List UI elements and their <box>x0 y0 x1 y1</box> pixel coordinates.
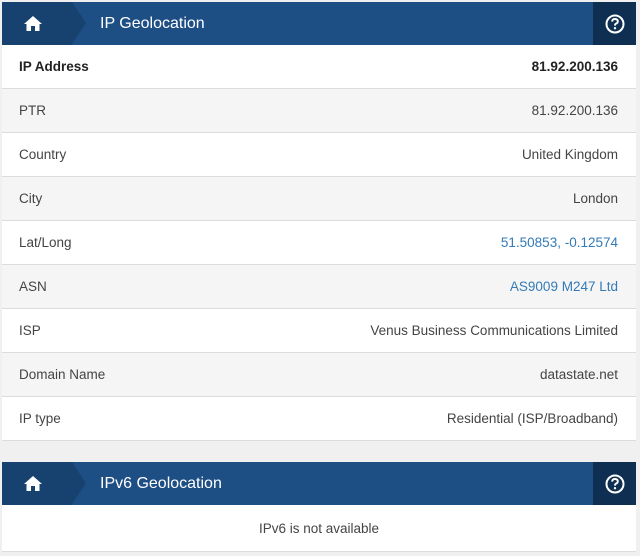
home-icon <box>24 16 42 31</box>
home-button[interactable] <box>2 2 86 45</box>
row-label: Country <box>19 147 67 162</box>
help-button[interactable] <box>593 2 636 45</box>
row-label: IP Address <box>19 59 89 74</box>
help-icon <box>605 474 624 493</box>
home-button[interactable] <box>2 462 86 505</box>
panel-header: IPv6 Geolocation <box>2 462 636 505</box>
table-row: City London <box>2 177 636 221</box>
row-label: Lat/Long <box>19 235 72 250</box>
table-row: Domain Name datastate.net <box>2 353 636 397</box>
help-icon <box>605 14 624 33</box>
row-value: Venus Business Communications Limited <box>370 323 618 338</box>
table-row: ASN AS9009 M247 Ltd <box>2 265 636 309</box>
panel-header: IP Geolocation <box>2 2 636 45</box>
row-value: London <box>572 191 618 206</box>
table-row: IP type Residential (ISP/Broadband) <box>2 397 636 441</box>
row-value: 81.92.200.136 <box>531 59 618 74</box>
table-row: Lat/Long 51.50853, -0.12574 <box>2 221 636 265</box>
home-icon <box>24 476 42 491</box>
row-label: PTR <box>19 103 46 118</box>
table-row: Country United Kingdom <box>2 133 636 177</box>
table-row: PTR 81.92.200.136 <box>2 89 636 133</box>
asn-link[interactable]: AS9009 M247 Ltd <box>510 279 618 294</box>
row-value: datastate.net <box>539 367 618 382</box>
table-row: IP Address 81.92.200.136 <box>2 45 636 89</box>
row-value: Residential (ISP/Broadband) <box>446 411 618 426</box>
latlong-link[interactable]: 51.50853, -0.12574 <box>501 235 618 250</box>
table-row: ISP Venus Business Communications Limite… <box>2 309 636 353</box>
row-label: City <box>19 191 43 206</box>
ipv6-geolocation-panel: IPv6 Geolocation IPv6 is not available <box>2 462 636 552</box>
row-label: IP type <box>19 411 61 426</box>
ipv6-status-text: IPv6 is not available <box>258 520 380 536</box>
row-value: 81.92.200.136 <box>531 103 618 118</box>
panel-title: IP Geolocation <box>100 14 205 32</box>
row-label: Domain Name <box>19 367 106 382</box>
help-button[interactable] <box>593 462 636 505</box>
row-label: ISP <box>19 323 41 338</box>
ipv6-status-row: IPv6 is not available <box>2 505 636 552</box>
row-value: United Kingdom <box>521 147 618 162</box>
ip-geolocation-panel: IP Geolocation IP Address 81.92.200.136 … <box>2 2 636 441</box>
row-label: ASN <box>19 279 47 294</box>
geolocation-table: IP Address 81.92.200.136 PTR 81.92.200.1… <box>2 45 636 441</box>
panel-title: IPv6 Geolocation <box>100 474 222 492</box>
